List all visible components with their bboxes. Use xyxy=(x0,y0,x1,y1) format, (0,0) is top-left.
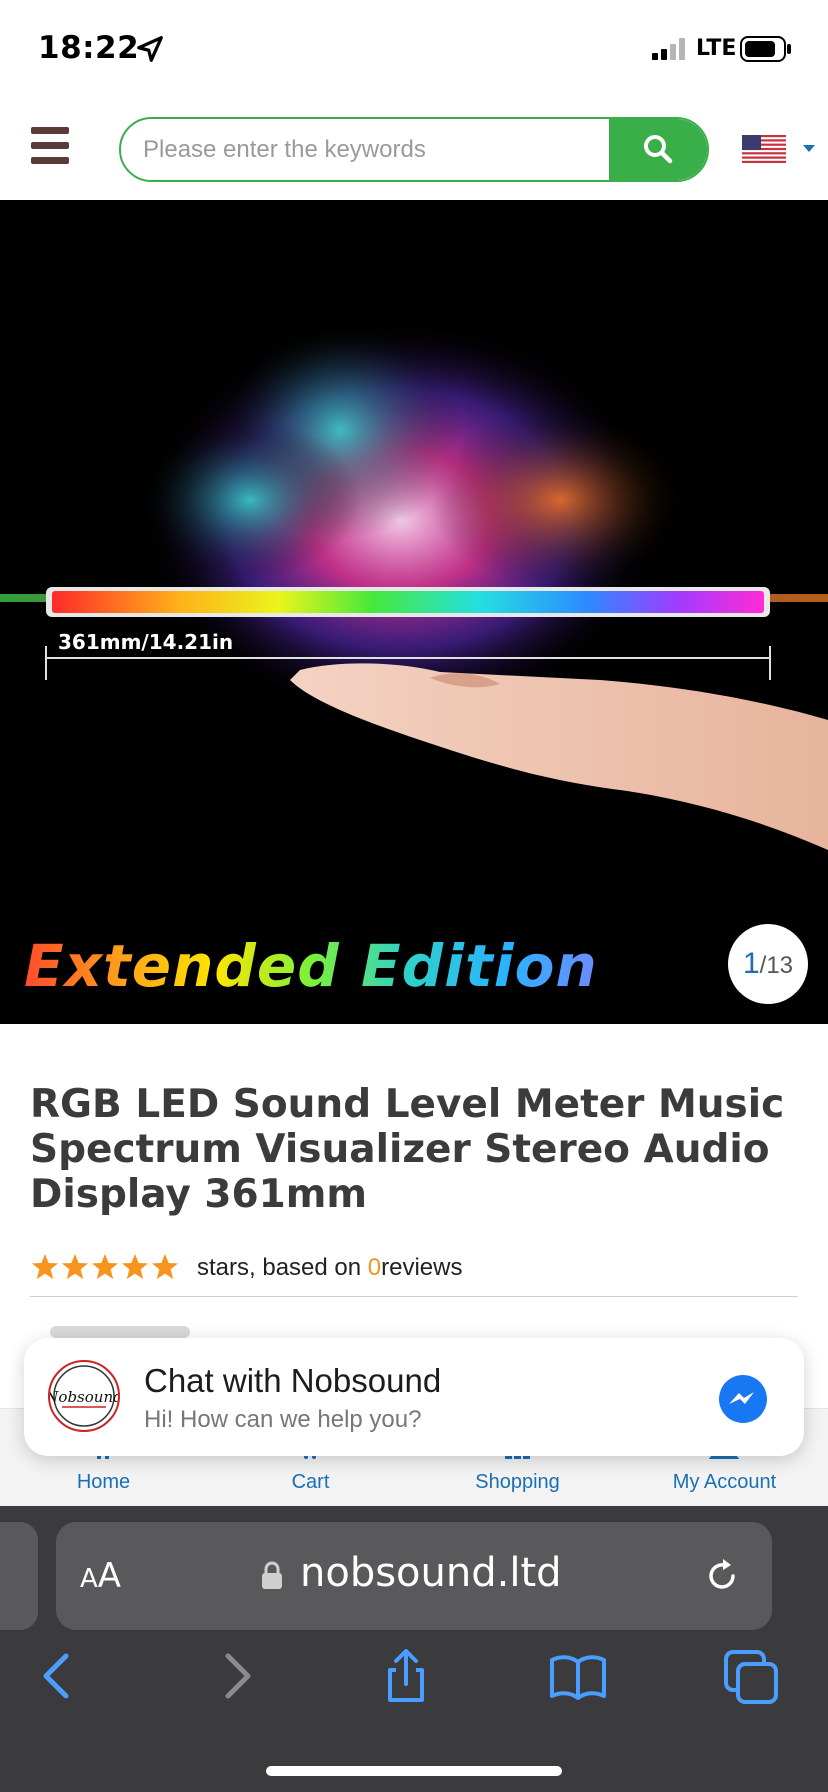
product-title: RGB LED Sound Level Meter Music Spectrum… xyxy=(30,1082,785,1217)
nav-home-label: Home xyxy=(76,1471,131,1493)
site-header xyxy=(0,100,828,200)
divider xyxy=(30,1296,798,1297)
url-text: nobsound.ltd xyxy=(300,1550,562,1596)
rating-prefix: stars, based on xyxy=(197,1254,368,1281)
nav-shopping-label: Shopping xyxy=(475,1471,560,1493)
status-time: 18:22 xyxy=(38,30,140,66)
nav-cart-label: Cart xyxy=(291,1471,330,1493)
back-icon[interactable] xyxy=(28,1646,88,1706)
product-image-carousel[interactable]: 361mm/14.21in Extended Edition 1/13 xyxy=(0,200,828,1024)
bookmarks-icon[interactable] xyxy=(548,1646,608,1706)
battery-icon xyxy=(740,36,791,62)
chat-widget[interactable]: Nobsound Chat with Nobsound Hi! How can … xyxy=(24,1338,804,1456)
review-count[interactable]: 0 xyxy=(368,1254,381,1281)
home-indicator xyxy=(266,1766,562,1776)
search-icon xyxy=(644,135,673,164)
hero-caption: Extended Edition xyxy=(24,932,598,1000)
dimension-label: 361mm/14.21in xyxy=(58,630,234,654)
chat-title: Chat with Nobsound xyxy=(144,1362,442,1399)
messenger-icon[interactable] xyxy=(718,1374,768,1424)
tabs-icon[interactable] xyxy=(722,1646,782,1706)
pager-total: /13 xyxy=(759,952,794,979)
network-type: LTE xyxy=(696,36,737,61)
search-button[interactable] xyxy=(609,119,707,180)
chevron-down-icon[interactable] xyxy=(802,144,816,154)
price-obscured xyxy=(50,1326,190,1338)
rating-row[interactable]: stars, based on 0reviews xyxy=(30,1250,800,1284)
address-bar[interactable]: AA nobsound.ltd xyxy=(56,1522,772,1630)
forward-icon[interactable] xyxy=(206,1646,266,1706)
hamburger-menu-icon[interactable] xyxy=(31,127,69,165)
pager-current: 1 xyxy=(742,947,760,980)
rating-text: stars, based on 0reviews xyxy=(197,1254,462,1282)
nav-my-account-label: My Account xyxy=(672,1471,777,1493)
chat-subtitle: Hi! How can we help you? xyxy=(144,1406,422,1433)
signal-icon xyxy=(652,38,685,60)
star-rating-icon xyxy=(32,1254,178,1279)
nobsound-logo: Nobsound xyxy=(48,1360,120,1432)
reload-icon[interactable] xyxy=(702,1556,742,1596)
product-image xyxy=(0,320,828,850)
us-flag-icon[interactable] xyxy=(742,135,786,163)
share-icon[interactable] xyxy=(376,1646,436,1706)
search-input[interactable] xyxy=(121,119,609,180)
location-arrow-icon xyxy=(137,36,163,62)
previous-tab-preview[interactable] xyxy=(0,1522,38,1630)
image-pager: 1/13 xyxy=(728,924,808,1004)
rating-suffix: reviews xyxy=(381,1254,463,1281)
text-size-button[interactable]: AA xyxy=(80,1556,121,1596)
logo-text: Nobsound xyxy=(50,1388,120,1406)
browser-chrome: AA nobsound.ltd xyxy=(0,1506,828,1792)
status-bar: 18:22 LTE xyxy=(0,0,828,100)
search-bar xyxy=(119,117,709,182)
lock-icon xyxy=(262,1561,282,1589)
